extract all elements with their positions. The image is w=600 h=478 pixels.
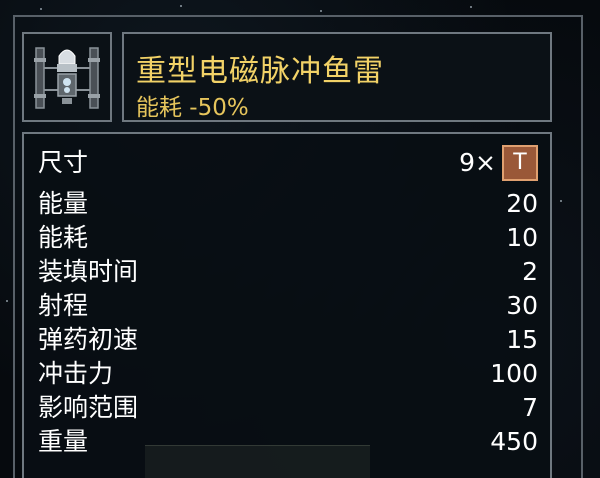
stat-row: 弹药初速 15 bbox=[38, 323, 538, 357]
stat-label: 装填时间 bbox=[38, 257, 139, 286]
item-title-panel: 重型电磁脉冲鱼雷 能耗 -50% bbox=[122, 32, 552, 122]
stat-label: 尺寸 bbox=[38, 148, 89, 177]
stat-label: 射程 bbox=[38, 291, 89, 320]
stat-value: 100 bbox=[490, 359, 538, 388]
item-modifier: 能耗 -50% bbox=[136, 95, 249, 121]
size-count: 9× bbox=[459, 148, 496, 177]
stat-row: 影响范围 7 bbox=[38, 391, 538, 425]
size-value: 9× T bbox=[459, 143, 538, 183]
size-type-badge: T bbox=[502, 145, 538, 181]
stat-value: 15 bbox=[506, 325, 538, 354]
stat-row: 能耗 10 bbox=[38, 221, 538, 255]
stat-row: 能量 20 bbox=[38, 187, 538, 221]
game-screen: 重型电磁脉冲鱼雷 能耗 -50% 尺寸 9× T 能量 20 能耗 10 装填时… bbox=[0, 0, 600, 478]
star bbox=[470, 6, 472, 8]
stat-label: 能量 bbox=[38, 189, 89, 218]
stats-panel: 尺寸 9× T 能量 20 能耗 10 装填时间 2 射程 30 弹药初速 15… bbox=[22, 132, 552, 478]
stat-row: 装填时间 2 bbox=[38, 255, 538, 289]
star bbox=[6, 300, 8, 302]
stat-label: 冲击力 bbox=[38, 359, 114, 388]
stat-row: 冲击力 100 bbox=[38, 357, 538, 391]
stat-value: 30 bbox=[506, 291, 538, 320]
stat-row-size: 尺寸 9× T bbox=[38, 143, 538, 183]
torpedo-launcher-icon bbox=[34, 47, 100, 109]
stat-label: 弹药初速 bbox=[38, 325, 139, 354]
stat-value: 20 bbox=[506, 189, 538, 218]
star bbox=[180, 5, 182, 7]
stat-label: 影响范围 bbox=[38, 393, 139, 422]
star bbox=[320, 10, 322, 12]
stat-label: 重量 bbox=[38, 427, 89, 456]
stat-label: 能耗 bbox=[38, 223, 89, 252]
item-icon-frame bbox=[22, 32, 112, 122]
item-name: 重型电磁脉冲鱼雷 bbox=[136, 54, 384, 89]
stat-value: 450 bbox=[490, 427, 538, 456]
stat-row: 射程 30 bbox=[38, 289, 538, 323]
background-hud-slot bbox=[145, 445, 370, 478]
stat-value: 7 bbox=[522, 393, 538, 422]
stat-value: 10 bbox=[506, 223, 538, 252]
stat-value: 2 bbox=[522, 257, 538, 286]
star bbox=[40, 8, 42, 10]
